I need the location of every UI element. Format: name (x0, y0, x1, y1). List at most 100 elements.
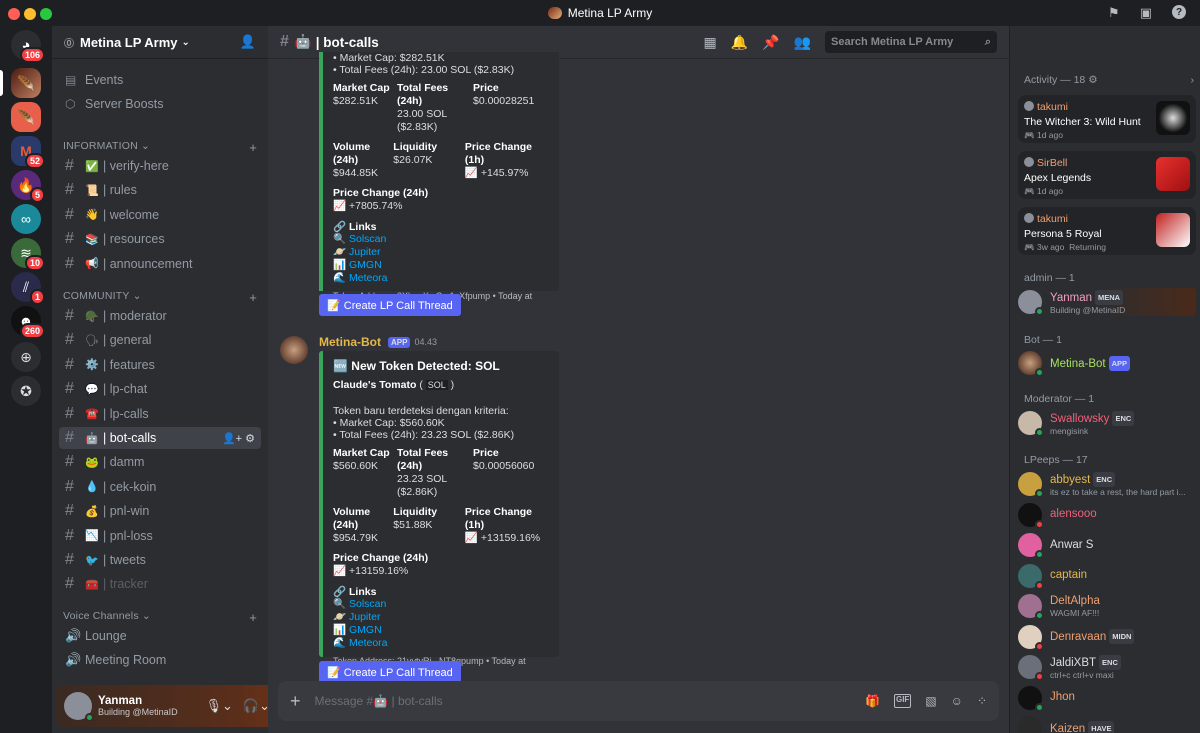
channel-name: | bot-calls (315, 34, 379, 50)
member-row[interactable]: alensooo (1018, 501, 1196, 529)
channel-item[interactable]: # 👋 | welcome (59, 204, 261, 226)
server-stripes[interactable]: ⫽ 1 (11, 272, 45, 305)
threads-icon[interactable]: ▦ (703, 34, 716, 51)
category-voice[interactable]: Voice Channels ⌄ + (63, 610, 257, 625)
microphone-icon[interactable]: 🎙⌄ (206, 698, 233, 714)
hash-icon: # (65, 205, 74, 223)
channel-item[interactable]: # 📢 | announcement (59, 253, 261, 275)
message-author[interactable]: Metina-Bot (319, 335, 381, 349)
search-icon: ⌕ (984, 35, 991, 48)
apps-icon[interactable]: ⁘ (977, 694, 987, 708)
channel-item[interactable]: # 📉 | pnl-loss (59, 525, 261, 547)
add-server-button[interactable]: ⊕ (11, 342, 41, 372)
channel-item[interactable]: # 💰 | pnl-win (59, 500, 261, 522)
headphones-icon[interactable]: 🎧⌄ (243, 698, 270, 714)
channel-item[interactable]: # 🧰 | tracker (59, 573, 261, 595)
server-metina-lp-army[interactable]: 🪶 (11, 68, 41, 98)
add-attachment-icon[interactable]: + (290, 691, 301, 712)
gif-icon[interactable]: GIF (893, 694, 912, 708)
channel-label: | lp-chat (103, 382, 148, 397)
create-channel-icon[interactable]: + (249, 290, 257, 305)
channel-settings-gear-icon[interactable]: ⚙ (245, 433, 255, 445)
message-input[interactable]: Message #🤖 | bot-calls (315, 694, 443, 708)
server-header[interactable]: ⓪ Metina LP Army ⌄ 👤 (52, 26, 268, 59)
emoji-icon[interactable]: ☺ (951, 694, 963, 708)
search-input[interactable]: Search Metina LP Army ⌕ (825, 31, 997, 53)
member-row[interactable]: Yanman MENA Building @MetinaID (1018, 288, 1196, 316)
invite-people-icon[interactable]: 👤 (240, 34, 256, 50)
jupiter-link[interactable]: Jupiter (349, 611, 381, 623)
server-green[interactable]: ≋ 10 (11, 238, 45, 271)
channel-item[interactable]: # 📚 | resources (59, 228, 261, 250)
member-row[interactable]: DeltAlpha WAGMI AF!!! (1018, 592, 1196, 620)
pin-icon[interactable]: 📌 (762, 34, 779, 51)
meteora-link[interactable]: Meteora (349, 272, 388, 284)
meteora-link[interactable]: Meteora (349, 637, 388, 649)
voice-channel-lounge[interactable]: 🔊 Lounge (59, 625, 261, 647)
status-dot (1035, 489, 1044, 498)
member-list-icon[interactable]: 👥 (794, 34, 811, 51)
channel-item[interactable]: # ⚙️ | features (59, 354, 261, 376)
channel-item[interactable]: # 💧 | cek-koin (59, 476, 261, 498)
gmgn-link[interactable]: GMGN (349, 624, 382, 636)
gmgn-link[interactable]: GMGN (349, 259, 382, 271)
inbox-flag-icon[interactable]: ⚑ (1108, 5, 1120, 21)
solscan-link[interactable]: Solscan (349, 598, 386, 610)
category-information[interactable]: INFORMATION ⌄ + (63, 140, 257, 155)
chevron-right-icon[interactable]: › (1191, 74, 1195, 86)
member-row[interactable]: JaldiXBT ENC ctrl+c ctrl+v maxi (1018, 653, 1196, 681)
server-orange[interactable]: 🪶 (11, 102, 41, 132)
hash-icon: # (280, 33, 289, 50)
explore-servers-button[interactable]: ✪ (11, 376, 41, 406)
avatar[interactable] (64, 692, 94, 722)
jupiter-link[interactable]: Jupiter (349, 246, 381, 258)
invite-icon[interactable]: 👤+ (222, 433, 242, 445)
member-row[interactable]: Kaizen HAVE (1018, 714, 1196, 733)
channel-item[interactable]: # 🐸 | damm (59, 451, 261, 473)
channel-emoji: 🧰 (85, 578, 99, 591)
channel-item[interactable]: # ☎️ | lp-calls (59, 403, 261, 425)
member-row[interactable]: captain (1018, 562, 1196, 590)
voice-channel-meeting-room[interactable]: 🔊 Meeting Room (59, 649, 261, 671)
member-row[interactable]: Anwar S (1018, 531, 1196, 559)
channel-item[interactable]: # 🪖 | moderator (59, 305, 261, 327)
server-dark[interactable]: ☻ 260 (11, 306, 45, 339)
role-header-admin: admin — 1 (1024, 272, 1075, 284)
channel-item[interactable]: # 🐦 | tweets (59, 549, 261, 571)
category-community[interactable]: COMMUNITY ⌄ + (63, 290, 257, 305)
activity-card[interactable]: SirBell Apex Legends 🎮 1d ago (1018, 151, 1196, 199)
create-channel-icon[interactable]: + (249, 140, 257, 155)
gear-icon[interactable]: ⚙ (1085, 74, 1097, 86)
create-lp-call-thread-button[interactable]: 📝 Create LP Call Thread (319, 661, 461, 683)
message-composer[interactable]: + Message #🤖 | bot-calls 🎁 GIF ▧ ☺ ⁘ (278, 681, 999, 721)
screen-share-icon[interactable]: ▣ (1140, 5, 1152, 21)
help-icon[interactable]: ? (1172, 5, 1186, 19)
notification-bell-icon[interactable]: 🔔 (731, 34, 748, 51)
solscan-link[interactable]: Solscan (349, 233, 386, 245)
events-item[interactable]: ▤ Events (59, 69, 261, 91)
channel-item[interactable]: # ✅ | verify-here (59, 155, 261, 177)
bot-avatar[interactable] (280, 336, 308, 364)
server-m[interactable]: M 52 (11, 136, 45, 169)
gift-icon[interactable]: 🎁 (865, 694, 880, 708)
create-channel-icon[interactable]: + (249, 610, 257, 625)
channel-item[interactable]: # 🤖 | bot-calls 👤+ ⚙ (59, 427, 261, 449)
server-flame[interactable]: 🔥 5 (11, 170, 45, 203)
member-row[interactable]: Jhon (1018, 684, 1196, 712)
channel-item[interactable]: # 📜 | rules (59, 179, 261, 201)
direct-messages-button[interactable]: ◕ 106 (11, 30, 45, 63)
server-teal[interactable]: ∞ (11, 204, 41, 234)
member-list: Activity — 18 ⚙ › admin — 1 Yanman MENA Bui… (1009, 26, 1200, 733)
channel-item[interactable]: # 🗣 | general (59, 329, 261, 351)
create-lp-call-thread-button[interactable]: 📝 Create LP Call Thread (319, 294, 461, 316)
activity-card[interactable]: takumi The Witcher 3: Wild Hunt 🎮 1d ago (1018, 95, 1196, 143)
member-row[interactable]: Swallowsky ENC mengisink (1018, 409, 1196, 437)
channel-label: | tracker (103, 577, 148, 592)
member-row[interactable]: Metina-Bot APP (1018, 349, 1196, 377)
activity-card[interactable]: takumi Persona 5 Royal 🎮 3w ago Returning (1018, 207, 1196, 255)
sticker-icon[interactable]: ▧ (925, 694, 936, 708)
server-boosts-item[interactable]: ⬡ Server Boosts (59, 93, 261, 115)
member-row[interactable]: Denravaan MIDN (1018, 623, 1196, 651)
channel-item[interactable]: # 💬 | lp-chat (59, 378, 261, 400)
member-row[interactable]: abbyest ENC its ez to take a rest, the har… (1018, 470, 1196, 498)
